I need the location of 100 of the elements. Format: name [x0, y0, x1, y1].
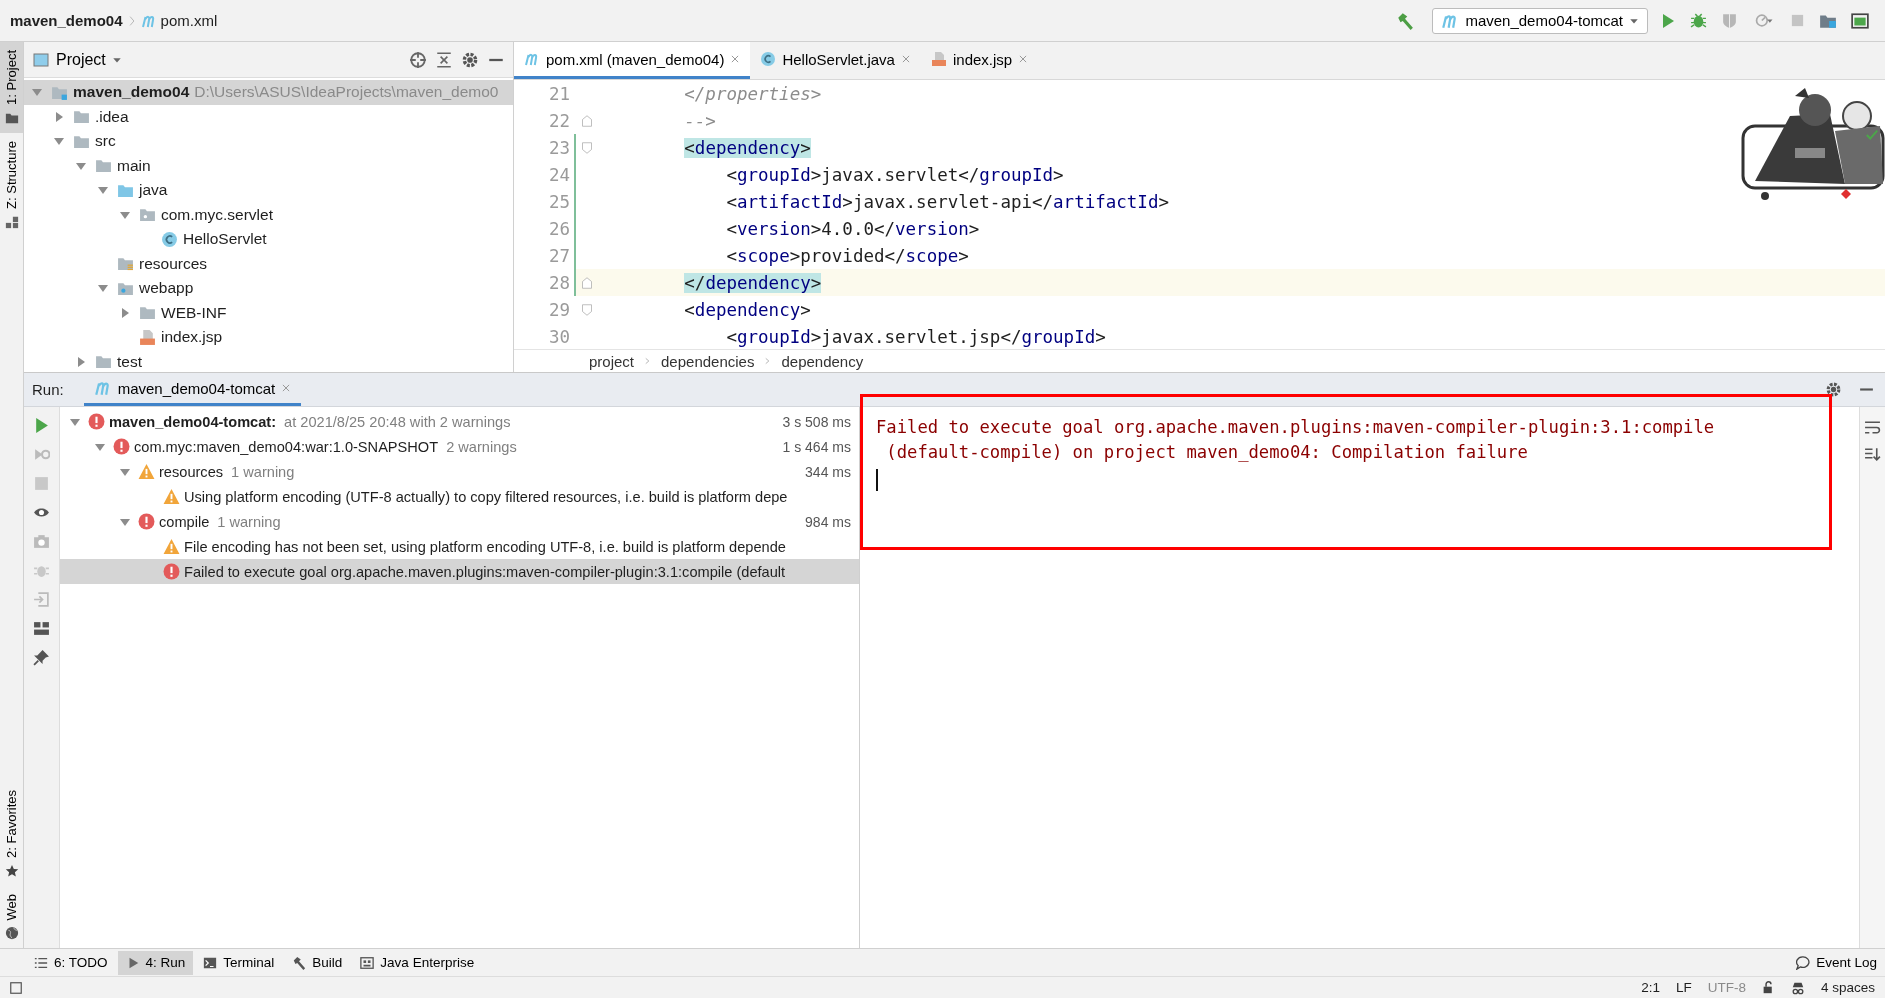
- tool-window-icon[interactable]: [1851, 11, 1869, 30]
- tree-item[interactable]: resources 1 warning 344 ms: [60, 459, 859, 484]
- folder-icon: [95, 353, 112, 371]
- line-number: 26: [547, 218, 571, 239]
- close-icon[interactable]: [1018, 54, 1029, 64]
- run-icon[interactable]: [1660, 12, 1676, 29]
- run-configuration-dropdown[interactable]: maven_demo04-tomcat: [1432, 7, 1648, 34]
- soft-wrap-icon[interactable]: [1864, 419, 1881, 436]
- structure-icon: [4, 214, 19, 229]
- maven-file-icon: [524, 51, 540, 67]
- tool-window-button[interactable]: Java Enterprise: [352, 950, 483, 975]
- code-line: <artifactId>javax.servlet-api</artifactId>: [725, 191, 1169, 212]
- class-icon: [760, 51, 777, 67]
- tree-item[interactable]: index.jsp: [24, 325, 513, 350]
- item-label: com.myc.servlet: [161, 205, 273, 224]
- tree-item[interactable]: src: [24, 129, 513, 154]
- inspection-ok-icon[interactable]: [1865, 128, 1879, 142]
- speech-bubble-icon: [1796, 955, 1811, 970]
- tree-item[interactable]: WEB-INF: [24, 300, 513, 325]
- breadcrumb-item[interactable]: pom.xml: [160, 12, 218, 29]
- tool-window-tab[interactable]: 1: Project: [0, 42, 23, 133]
- exit-icon[interactable]: [33, 591, 50, 608]
- collapse-all-icon[interactable]: [435, 50, 453, 69]
- fold-icon[interactable]: [581, 114, 593, 127]
- tool-window-button[interactable]: 4: Run: [117, 950, 194, 975]
- breadcrumb-item[interactable]: dependency: [781, 352, 864, 370]
- line-number: 29: [547, 299, 571, 320]
- item-label: Using platform encoding (UTF-8 actually) to copy filtered resources, i.e. build is platform depe: [184, 488, 788, 505]
- line-number: 24: [547, 164, 571, 185]
- folder-icon: [139, 304, 156, 322]
- tree-item[interactable]: File encoding has not been set, using platform encoding UTF-8, i.e. build is platform depende: [60, 534, 859, 559]
- path-hint: D:\Users\ASUS\IdeaProjects\maven_demo0: [194, 83, 499, 102]
- line-separator[interactable]: LF: [1675, 980, 1692, 995]
- line-number: 25: [547, 191, 571, 212]
- tool-window-button[interactable]: 6: TODO: [26, 950, 116, 975]
- tool-window-tab[interactable]: Web: [0, 885, 23, 948]
- locate-icon[interactable]: [409, 50, 427, 69]
- tool-window-tab[interactable]: 2: Favorites: [0, 781, 23, 886]
- pin-icon[interactable]: [33, 649, 50, 666]
- code-line: <groupId>javax.servlet.jsp</groupId>: [725, 326, 1106, 347]
- caret-position[interactable]: 2:1: [1641, 980, 1660, 995]
- line-number: 28: [547, 272, 571, 293]
- tool-window-button[interactable]: Build: [284, 950, 351, 975]
- settings-icon[interactable]: [1825, 381, 1842, 398]
- close-icon[interactable]: [281, 383, 292, 393]
- item-label: compile: [159, 513, 210, 530]
- tree-item[interactable]: maven_demo04 D:\Users\ASUS\IdeaProjects\maven_demo0: [24, 80, 513, 105]
- tree-item[interactable]: Using platform encoding (UTF-8 actually) to copy filtered resources, i.e. build is platform depe: [60, 484, 859, 509]
- item-label: resources: [139, 254, 208, 273]
- code-line: -->: [683, 110, 716, 131]
- debug-icon[interactable]: [1690, 12, 1707, 29]
- event-log-button[interactable]: Event Log: [1788, 950, 1885, 975]
- item-detail: 2 warnings: [446, 438, 517, 455]
- fold-icon[interactable]: [581, 276, 593, 289]
- tree-item[interactable]: compile 1 warning 984 ms: [60, 509, 859, 534]
- tree-item[interactable]: com.myc:maven_demo04:war:1.0-SNAPSHOT 2 warnings 1 s 464 ms: [60, 434, 859, 459]
- breadcrumb-item[interactable]: project: [589, 352, 635, 370]
- tree-item[interactable]: Failed to execute goal org.apache.maven.plugins:maven-compiler-plugin:3.1:compile (default: [60, 559, 859, 584]
- editor-tab[interactable]: HelloServlet.java: [750, 42, 921, 79]
- tree-item[interactable]: main: [24, 153, 513, 178]
- coverage-icon[interactable]: [1721, 12, 1738, 29]
- item-label: Failed to execute goal org.apache.maven.plugins:maven-compiler-plugin:3.1:compile (default: [184, 563, 786, 580]
- tree-item[interactable]: HelloServlet: [24, 227, 513, 252]
- tree-item[interactable]: java: [24, 178, 513, 203]
- list-icon: [34, 955, 48, 970]
- layout-icon[interactable]: [33, 620, 50, 637]
- settings-icon[interactable]: [461, 50, 479, 69]
- item-label: maven_demo04-tomcat:: [109, 413, 277, 430]
- indent-setting[interactable]: 4 spaces: [1820, 980, 1875, 995]
- tool-window-button[interactable]: Terminal: [195, 950, 283, 975]
- item-label: resources: [159, 463, 224, 480]
- lock-icon[interactable]: [1761, 981, 1775, 994]
- tree-item[interactable]: .idea: [24, 104, 513, 129]
- rerun-icon[interactable]: [33, 417, 50, 434]
- close-icon[interactable]: [730, 54, 741, 64]
- breadcrumb-item[interactable]: maven_demo04: [10, 12, 123, 29]
- tree-item[interactable]: webapp: [24, 276, 513, 301]
- fold-icon[interactable]: [581, 303, 593, 316]
- close-icon[interactable]: [900, 54, 911, 64]
- run-tab[interactable]: maven_demo04-tomcat: [83, 373, 302, 406]
- breadcrumb-item[interactable]: dependencies: [661, 352, 755, 370]
- tree-item[interactable]: com.myc.servlet: [24, 202, 513, 227]
- tool-windows-toggle-icon[interactable]: [10, 981, 22, 994]
- tree-item[interactable]: maven_demo04-tomcat: at 2021/8/25 20:48 with 2 warnings 3 s 508 ms: [60, 409, 859, 434]
- rerun-failed-icon[interactable]: [33, 446, 50, 463]
- tool-window-tab[interactable]: Z: Structure: [0, 132, 23, 237]
- tree-item[interactable]: test: [24, 349, 513, 372]
- editor-tab[interactable]: index.jsp: [920, 42, 1039, 79]
- duration: 1 s 464 ms: [781, 438, 851, 455]
- project-view-dropdown[interactable]: Project: [32, 50, 122, 69]
- hammer-icon[interactable]: [1396, 11, 1415, 30]
- fold-icon[interactable]: [581, 141, 593, 154]
- scroll-to-end-icon[interactable]: [1864, 446, 1881, 463]
- editor-tab[interactable]: pom.xml (maven_demo04): [514, 42, 751, 79]
- inspector-icon[interactable]: [1790, 980, 1805, 995]
- error-icon: [113, 438, 130, 455]
- camera-icon[interactable]: [33, 533, 50, 550]
- duration: 3 s 508 ms: [781, 413, 851, 430]
- tree-item[interactable]: resources: [24, 251, 513, 276]
- item-label: test: [117, 352, 142, 371]
